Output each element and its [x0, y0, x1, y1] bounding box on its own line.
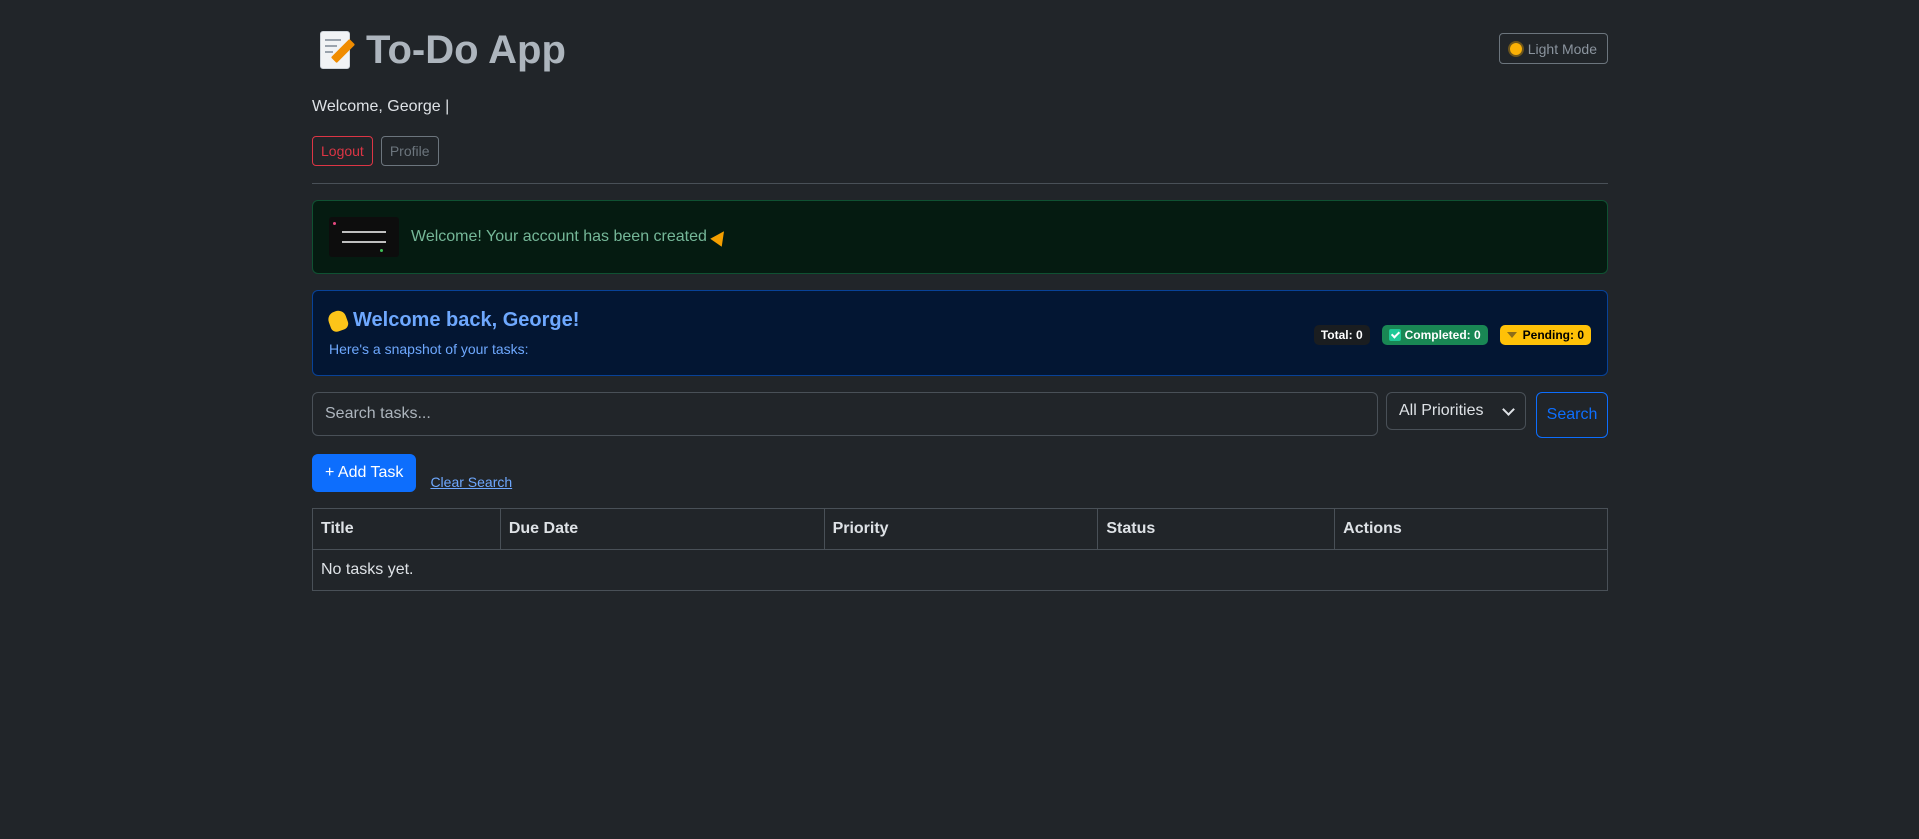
column-header-priority: Priority	[823, 508, 1099, 550]
pending-badge-text: Pending: 0	[1522, 328, 1584, 342]
summary-heading: Welcome back, George!	[326, 308, 580, 333]
priority-select[interactable]: All Priorities	[1386, 392, 1526, 430]
celebration-gif	[329, 217, 399, 257]
summary-badges: Total: 0 Completed: 0 Pending: 0	[1313, 325, 1591, 345]
alert-message-text: Welcome! Your account has been created	[411, 228, 707, 245]
summary-heading-text: Welcome back, George!	[353, 309, 580, 331]
total-badge: Total: 0	[1313, 325, 1370, 345]
chevron-down-icon	[1502, 402, 1515, 416]
completed-badge: Completed: 0	[1381, 325, 1488, 345]
profile-button[interactable]: Profile	[380, 136, 439, 166]
welcome-user-text: Welcome, George |	[312, 98, 450, 115]
light-mode-label: Light Mode	[1527, 40, 1597, 57]
table-header-row: Title Due Date Priority Status Actions	[312, 508, 1608, 550]
account-actions: Logout Profile	[312, 136, 439, 166]
column-header-title: Title	[312, 508, 501, 550]
logout-button[interactable]: Logout	[312, 136, 373, 166]
party-popper-icon	[710, 227, 730, 247]
light-mode-button[interactable]: Light Mode	[1498, 33, 1608, 64]
memo-icon	[318, 29, 356, 71]
table-row: No tasks yet.	[312, 549, 1608, 591]
sun-icon	[1509, 42, 1522, 55]
total-badge-text: Total: 0	[1320, 328, 1363, 342]
app-title: To-Do App	[318, 22, 566, 78]
account-created-alert: Welcome! Your account has been created	[312, 200, 1608, 274]
tasks-table: Title Due Date Priority Status Actions N…	[312, 508, 1608, 591]
empty-table-message: No tasks yet.	[312, 549, 1608, 591]
header: To-Do App Light Mode	[312, 0, 1608, 100]
main-container: To-Do App Light Mode Welcome, George | L…	[312, 0, 1608, 591]
pending-badge: Pending: 0	[1499, 325, 1591, 345]
add-task-button[interactable]: + Add Task	[312, 454, 417, 492]
waving-hand-icon	[326, 308, 350, 333]
task-summary-panel: Welcome back, George! Here's a snapshot …	[312, 290, 1608, 376]
completed-badge-text: Completed: 0	[1404, 328, 1481, 342]
search-input[interactable]	[312, 392, 1378, 436]
clear-search-link[interactable]: Clear Search	[430, 474, 512, 490]
hourglass-icon	[1506, 332, 1517, 338]
search-button[interactable]: Search	[1536, 392, 1608, 438]
app-title-text: To-Do App	[366, 28, 566, 72]
column-header-status: Status	[1097, 508, 1336, 550]
priority-select-value: All Priorities	[1399, 402, 1484, 419]
alert-message: Welcome! Your account has been created	[411, 227, 730, 247]
check-icon	[1388, 329, 1401, 341]
summary-subtext: Here's a snapshot of your tasks:	[329, 341, 529, 357]
search-bar: All Priorities Search	[312, 392, 1608, 438]
header-divider	[312, 183, 1608, 184]
column-header-due-date: Due Date	[499, 508, 825, 550]
column-header-actions: Actions	[1334, 508, 1608, 550]
task-actions: + Add Task Clear Search	[312, 454, 512, 492]
